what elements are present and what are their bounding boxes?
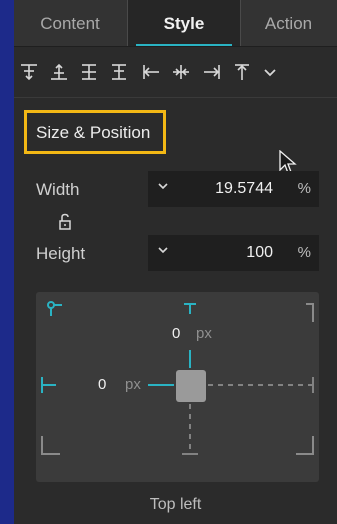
width-field[interactable]: 19.5744 % [148, 171, 319, 207]
size-position-section-header[interactable]: Size & Position [24, 110, 166, 154]
top-offset-unit: px [196, 325, 212, 342]
width-unit: % [297, 180, 311, 197]
section-title: Size & Position [36, 123, 151, 142]
anchor-caption: Top left [149, 496, 202, 513]
width-unit-dropdown-icon[interactable] [156, 179, 170, 193]
left-offset-value[interactable]: 0 [98, 376, 106, 393]
align-top-icon[interactable] [18, 61, 40, 83]
left-offset-unit: px [125, 376, 141, 393]
height-label: Height [36, 244, 86, 263]
align-bottom-icon[interactable] [78, 61, 100, 83]
style-panel: Content Style Action Size & Position Wid… [14, 0, 337, 524]
alignment-toolbar [14, 47, 337, 98]
top-offset-value[interactable]: 0 [172, 325, 180, 342]
height-value[interactable]: 100 [246, 244, 273, 262]
unlock-icon[interactable] [58, 213, 72, 231]
height-unit: % [297, 244, 311, 261]
height-unit-dropdown-icon[interactable] [156, 243, 170, 257]
position-anchor-grid[interactable]: 0 px 0 px [36, 292, 319, 482]
chevron-down-icon[interactable] [259, 61, 276, 83]
align-left-icon[interactable] [140, 61, 162, 83]
tab-action[interactable]: Action [240, 0, 337, 46]
tab-content[interactable]: Content [14, 0, 126, 46]
align-top-edge-icon[interactable] [231, 61, 253, 83]
align-vertical-center-icon[interactable] [48, 61, 70, 83]
distribute-vertical-icon[interactable] [108, 61, 130, 83]
height-field[interactable]: 100 % [148, 235, 319, 271]
align-horizontal-center-icon[interactable] [170, 61, 192, 83]
align-right-icon[interactable] [201, 61, 223, 83]
width-value[interactable]: 19.5744 [215, 180, 273, 198]
anchor-handle[interactable] [176, 370, 206, 402]
tab-style[interactable]: Style [127, 0, 241, 46]
width-label: Width [36, 180, 80, 199]
tab-bar: Content Style Action [14, 0, 337, 47]
